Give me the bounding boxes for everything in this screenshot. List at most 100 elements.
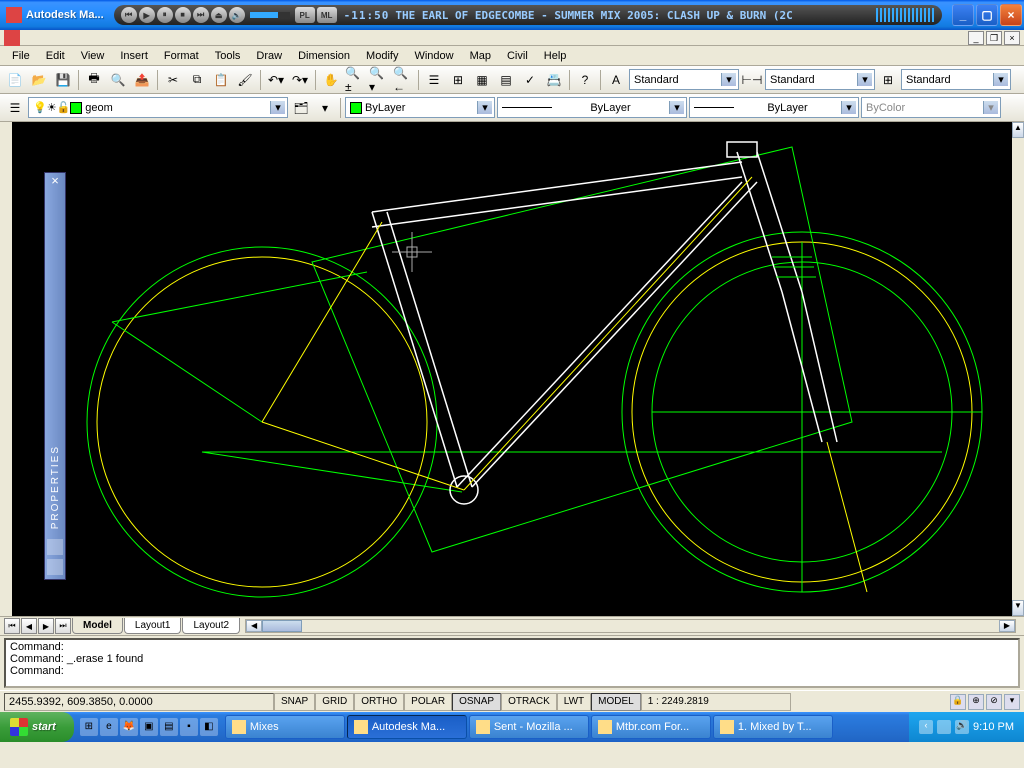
properties-palette[interactable]: × PROPERTIES bbox=[44, 172, 66, 580]
tab-first-button[interactable]: ⏮ bbox=[4, 618, 20, 634]
palette-close-button[interactable]: × bbox=[46, 173, 64, 191]
mdi-doc-icon[interactable] bbox=[4, 30, 20, 46]
lineweight-dropdown[interactable]: ByLayer▾ bbox=[689, 97, 859, 118]
tab-layout1[interactable]: Layout1 bbox=[124, 618, 182, 634]
tray-menu-icon[interactable]: ▾ bbox=[1004, 694, 1020, 710]
menu-draw[interactable]: Draw bbox=[248, 48, 290, 64]
plot-preview-button[interactable]: 🔍 bbox=[107, 69, 129, 91]
layer-dropdown[interactable]: 💡 ☀ 🔓 geom ▾ bbox=[28, 97, 288, 118]
ql-desktop-icon[interactable]: ⊞ bbox=[80, 718, 98, 736]
print-button[interactable]: 🖶 bbox=[83, 69, 105, 91]
match-props-button[interactable]: 🖌 bbox=[234, 69, 256, 91]
taskbar-item[interactable]: Sent - Mozilla ... bbox=[469, 715, 589, 739]
sheet-set-button[interactable]: ▤ bbox=[495, 69, 517, 91]
menu-view[interactable]: View bbox=[73, 48, 113, 64]
publish-button[interactable]: 📤 bbox=[131, 69, 153, 91]
osnap-toggle[interactable]: OSNAP bbox=[452, 693, 501, 711]
menu-window[interactable]: Window bbox=[406, 48, 461, 64]
window-maximize-button[interactable]: ▢ bbox=[976, 4, 998, 26]
zoom-rt-button[interactable]: 🔍± bbox=[344, 69, 366, 91]
text-style-dropdown[interactable]: Standard▾ bbox=[629, 69, 739, 90]
tray-comm-icon[interactable]: ⊕ bbox=[968, 694, 984, 710]
ql-cmd-icon[interactable]: ▪ bbox=[180, 718, 198, 736]
scroll-right-button[interactable]: ▶ bbox=[999, 620, 1015, 632]
winamp-next-icon[interactable]: ⏭ bbox=[193, 7, 209, 23]
open-button[interactable]: 📂 bbox=[28, 69, 50, 91]
winamp-open-icon[interactable]: ⏏ bbox=[211, 7, 227, 23]
layer-previous-button[interactable]: 🗂 bbox=[290, 97, 312, 119]
menu-help[interactable]: Help bbox=[536, 48, 575, 64]
scroll-thumb[interactable] bbox=[262, 620, 302, 632]
ql-app2-icon[interactable]: ▤ bbox=[160, 718, 178, 736]
tab-layout2[interactable]: Layout2 bbox=[182, 618, 240, 634]
menu-tools[interactable]: Tools bbox=[207, 48, 249, 64]
window-minimize-button[interactable]: _ bbox=[952, 4, 974, 26]
menu-file[interactable]: File bbox=[4, 48, 38, 64]
ql-firefox-icon[interactable]: 🦊 bbox=[120, 718, 138, 736]
ortho-toggle[interactable]: ORTHO bbox=[354, 693, 404, 711]
horizontal-scrollbar[interactable]: ◀ ▶ bbox=[245, 619, 1016, 633]
save-button[interactable]: 💾 bbox=[52, 69, 74, 91]
undo-button[interactable]: ↶▾ bbox=[265, 69, 287, 91]
paste-button[interactable]: 📋 bbox=[210, 69, 232, 91]
taskbar-item[interactable]: 1. Mixed by T... bbox=[713, 715, 833, 739]
tab-next-button[interactable]: ▶ bbox=[38, 618, 54, 634]
mdi-close-button[interactable]: × bbox=[1004, 31, 1020, 45]
tray-app-icon[interactable] bbox=[937, 720, 951, 734]
help-button[interactable]: ? bbox=[574, 69, 596, 91]
tool-palettes-button[interactable]: ▦ bbox=[471, 69, 493, 91]
zoom-prev-button[interactable]: 🔍← bbox=[392, 69, 414, 91]
taskbar-clock[interactable]: 9:10 PM bbox=[973, 721, 1014, 733]
menu-civil[interactable]: Civil bbox=[499, 48, 536, 64]
ql-ie-icon[interactable]: e bbox=[100, 718, 118, 736]
properties-button[interactable]: ☰ bbox=[423, 69, 445, 91]
winamp-pause-icon[interactable]: ⏸ bbox=[157, 7, 173, 23]
start-button[interactable]: start bbox=[0, 712, 74, 742]
command-window[interactable]: Command: Command: _.erase 1 found Comman… bbox=[4, 638, 1020, 688]
palette-autohide-icon[interactable] bbox=[47, 539, 63, 555]
menu-insert[interactable]: Insert bbox=[112, 48, 156, 64]
menu-edit[interactable]: Edit bbox=[38, 48, 73, 64]
markup-button[interactable]: ✓ bbox=[519, 69, 541, 91]
winamp-vol-icon[interactable]: 🔊 bbox=[229, 7, 245, 23]
linetype-dropdown[interactable]: ByLayer▾ bbox=[497, 97, 687, 118]
winamp-stop-icon[interactable]: ⏹ bbox=[175, 7, 191, 23]
tab-prev-button[interactable]: ◀ bbox=[21, 618, 37, 634]
tray-volume-icon[interactable]: 🔊 bbox=[955, 720, 969, 734]
lwt-toggle[interactable]: LWT bbox=[557, 693, 591, 711]
ql-app-icon[interactable]: ▣ bbox=[140, 718, 158, 736]
cut-button[interactable]: ✂ bbox=[162, 69, 184, 91]
copy-button[interactable]: ⧉ bbox=[186, 69, 208, 91]
tray-lock-icon[interactable]: 🔒 bbox=[950, 694, 966, 710]
tab-model[interactable]: Model bbox=[72, 618, 123, 634]
pan-button[interactable]: ✋ bbox=[320, 69, 342, 91]
tray-comm2-icon[interactable]: ⊘ bbox=[986, 694, 1002, 710]
model-viewport[interactable] bbox=[12, 122, 1012, 616]
winamp-pl-button[interactable]: PL bbox=[295, 7, 315, 23]
menu-map[interactable]: Map bbox=[462, 48, 499, 64]
mdi-minimize-button[interactable]: _ bbox=[968, 31, 984, 45]
command-prompt[interactable]: Command: bbox=[10, 665, 1014, 677]
qcalc-button[interactable]: 📇 bbox=[543, 69, 565, 91]
winamp-seek-slider[interactable] bbox=[250, 12, 290, 18]
coordinate-display[interactable]: 2455.9392, 609.3850, 0.0000 bbox=[4, 693, 274, 711]
zoom-window-button[interactable]: 🔍▾ bbox=[368, 69, 390, 91]
winamp-bar[interactable]: ⏮ ▶ ⏸ ⏹ ⏭ ⏏ 🔊 PL ML -11:50 THE EARL OF E… bbox=[114, 5, 942, 25]
winamp-ml-button[interactable]: ML bbox=[317, 7, 337, 23]
scale-display[interactable]: 1 : 2249.2819 bbox=[641, 693, 791, 711]
otrack-toggle[interactable]: OTRACK bbox=[501, 693, 557, 711]
taskbar-item[interactable]: Mtbr.com For... bbox=[591, 715, 711, 739]
table-style-dropdown[interactable]: Standard▾ bbox=[901, 69, 1011, 90]
color-dropdown[interactable]: ByLayer▾ bbox=[345, 97, 495, 118]
palette-menu-icon[interactable] bbox=[47, 559, 63, 575]
menu-dimension[interactable]: Dimension bbox=[290, 48, 358, 64]
layer-states-button[interactable]: ▾ bbox=[314, 97, 336, 119]
layer-manager-button[interactable]: ☰ bbox=[4, 97, 26, 119]
redo-button[interactable]: ↷▾ bbox=[289, 69, 311, 91]
grid-toggle[interactable]: GRID bbox=[315, 693, 354, 711]
tab-last-button[interactable]: ⏭ bbox=[55, 618, 71, 634]
window-close-button[interactable]: × bbox=[1000, 4, 1022, 26]
scroll-up-button[interactable]: ▲ bbox=[1012, 122, 1024, 138]
scroll-down-button[interactable]: ▼ bbox=[1012, 600, 1024, 616]
model-toggle[interactable]: MODEL bbox=[591, 693, 641, 711]
